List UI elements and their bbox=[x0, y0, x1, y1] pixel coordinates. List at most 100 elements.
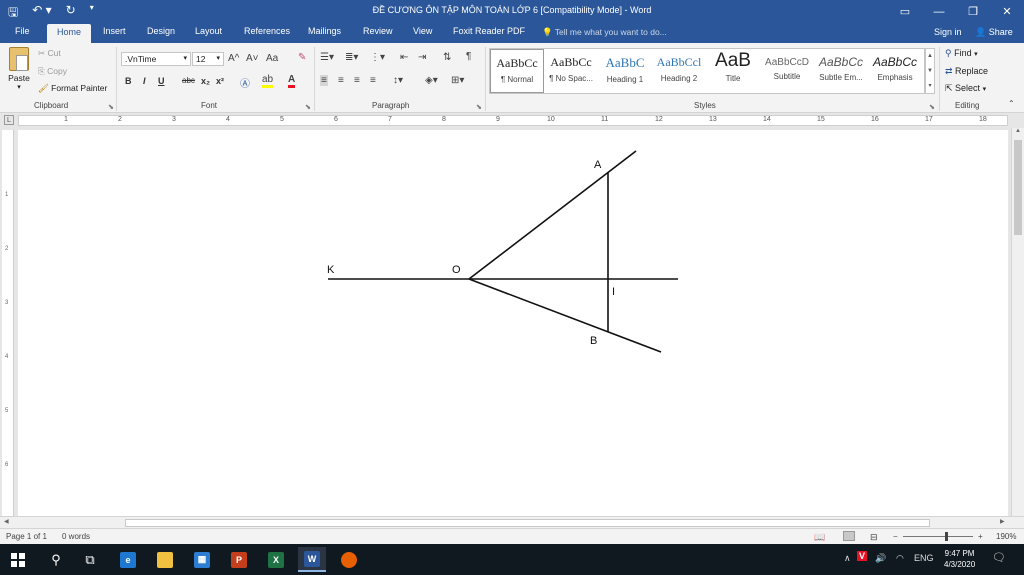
zoom-slider[interactable] bbox=[903, 536, 973, 537]
tab-insert[interactable]: Insert bbox=[103, 26, 126, 36]
style-heading-2[interactable]: AaBbCcl Heading 2 bbox=[652, 49, 706, 93]
ribbon-display-options-icon[interactable]: ▭ bbox=[888, 0, 922, 23]
underline-button[interactable]: U bbox=[158, 76, 165, 86]
tab-file[interactable]: File bbox=[15, 26, 30, 36]
scroll-thumb[interactable] bbox=[1014, 140, 1022, 235]
text-effects-icon[interactable]: Ⓐ bbox=[240, 75, 250, 90]
edge-icon[interactable]: e bbox=[114, 547, 142, 572]
collapse-ribbon-icon[interactable]: ⌃ bbox=[1008, 99, 1015, 108]
horizontal-scrollbar[interactable]: ◀ ▶ bbox=[0, 516, 1024, 528]
share-button[interactable]: 👤 Share bbox=[975, 27, 1013, 38]
strikethrough-button[interactable]: abc bbox=[182, 76, 195, 85]
change-case-icon[interactable]: Aa bbox=[266, 53, 278, 64]
style-no-spacing[interactable]: AaBbCc ¶ No Spac... bbox=[544, 49, 598, 93]
zoom-out-icon[interactable]: − bbox=[893, 532, 898, 541]
font-name-dropdown[interactable]: .VnTime ▾ bbox=[121, 52, 191, 66]
zoom-slider-thumb[interactable] bbox=[945, 532, 948, 541]
minimize-icon[interactable]: — bbox=[922, 0, 956, 23]
superscript-button[interactable]: x² bbox=[216, 76, 224, 86]
word-count[interactable]: 0 words bbox=[62, 532, 90, 541]
tab-view[interactable]: View bbox=[413, 26, 432, 36]
format-painter-button[interactable]: 🖌 Format Painter bbox=[38, 83, 107, 94]
tell-me-box[interactable]: 💡 Tell me what you want to do... bbox=[542, 27, 667, 38]
tab-home[interactable]: Home bbox=[47, 24, 92, 43]
search-icon[interactable]: ⚲ bbox=[42, 547, 70, 572]
tab-design[interactable]: Design bbox=[147, 26, 175, 36]
select-button[interactable]: ⇱ Select ▾ bbox=[945, 83, 986, 94]
style-emphasis[interactable]: AaBbCc Emphasis bbox=[868, 49, 922, 93]
paste-button[interactable]: Paste ▾ bbox=[6, 47, 32, 91]
clear-formatting-icon[interactable]: ✎ bbox=[298, 52, 306, 63]
sign-in-link[interactable]: Sign in bbox=[934, 27, 962, 37]
copy-button[interactable]: ⎘ Copy bbox=[38, 66, 67, 77]
paragraph-launcher-icon[interactable]: ⬊ bbox=[476, 103, 482, 111]
tab-layout[interactable]: Layout bbox=[195, 26, 222, 36]
font-color-button[interactable]: A bbox=[288, 74, 296, 88]
clock[interactable]: 9:47 PM 4/3/2020 bbox=[944, 548, 975, 570]
italic-button[interactable]: I bbox=[143, 76, 146, 86]
bullets-icon[interactable]: ☰▾ bbox=[320, 52, 334, 63]
grow-font-icon[interactable]: A^ bbox=[228, 53, 239, 64]
subscript-button[interactable]: x₂ bbox=[201, 76, 210, 86]
scroll-left-icon[interactable]: ◀ bbox=[4, 518, 9, 525]
powerpoint-icon[interactable]: P bbox=[225, 547, 253, 572]
wifi-icon[interactable]: ◠ bbox=[896, 553, 904, 564]
page-count[interactable]: Page 1 of 1 bbox=[6, 532, 47, 541]
shading-icon[interactable]: ◈▾ bbox=[425, 75, 438, 86]
task-view-icon[interactable]: ⧉ bbox=[76, 547, 104, 572]
store-icon[interactable]: ▦ bbox=[188, 547, 216, 572]
vertical-scrollbar[interactable]: ▲ bbox=[1011, 128, 1024, 516]
read-mode-icon[interactable]: 📖 bbox=[814, 532, 825, 543]
style-normal[interactable]: AaBbCc ¶ Normal bbox=[490, 49, 544, 93]
scroll-right-icon[interactable]: ▶ bbox=[1000, 518, 1005, 525]
bold-button[interactable]: B bbox=[125, 76, 132, 86]
style-subtitle[interactable]: AaBbCcD Subtitle bbox=[760, 49, 814, 93]
styles-launcher-icon[interactable]: ⬊ bbox=[929, 103, 935, 111]
start-icon[interactable] bbox=[4, 547, 32, 572]
sort-icon[interactable]: ⇅ bbox=[443, 52, 451, 63]
justify-icon[interactable]: ≡ bbox=[370, 75, 376, 86]
tab-mailings[interactable]: Mailings bbox=[308, 26, 341, 36]
font-launcher-icon[interactable]: ⬊ bbox=[305, 103, 311, 111]
cut-button[interactable]: ✂ Cut bbox=[38, 48, 61, 59]
notifications-icon[interactable]: 🗨 bbox=[992, 551, 1006, 564]
chevron-down-icon[interactable]: ▼ bbox=[926, 64, 934, 79]
excel-icon[interactable]: X bbox=[262, 547, 290, 572]
tab-selector-icon[interactable]: L bbox=[4, 115, 14, 125]
numbering-icon[interactable]: ≣▾ bbox=[345, 52, 358, 63]
highlight-color-icon[interactable]: ab bbox=[262, 74, 274, 88]
close-icon[interactable]: ✕ bbox=[990, 0, 1024, 23]
vertical-ruler[interactable]: 1 2 3 4 5 6 bbox=[2, 130, 14, 516]
font-size-dropdown[interactable]: 12 ▾ bbox=[192, 52, 224, 66]
line-spacing-icon[interactable]: ↕▾ bbox=[393, 75, 403, 86]
zoom-in-icon[interactable]: + bbox=[978, 532, 983, 541]
more-styles-icon[interactable]: ▾ bbox=[926, 79, 934, 94]
find-button[interactable]: ⚲ Find ▾ bbox=[945, 48, 978, 59]
scroll-up-icon[interactable]: ▲ bbox=[1012, 128, 1024, 134]
print-layout-icon[interactable] bbox=[843, 531, 855, 541]
increase-indent-icon[interactable]: ⇥ bbox=[418, 52, 426, 63]
styles-scroll[interactable]: ▲ ▼ ▾ bbox=[925, 48, 935, 94]
style-title[interactable]: AaB Title bbox=[706, 49, 760, 93]
clipboard-launcher-icon[interactable]: ⬊ bbox=[108, 103, 114, 111]
align-left-icon[interactable]: ≡ bbox=[320, 75, 328, 86]
volume-icon[interactable]: 🔊 bbox=[875, 553, 886, 564]
style-subtle-emphasis[interactable]: AaBbCc Subtle Em... bbox=[814, 49, 868, 93]
align-right-icon[interactable]: ≡ bbox=[354, 75, 360, 86]
show-hidden-icons-icon[interactable]: ∧ bbox=[844, 553, 851, 564]
shrink-font-icon[interactable]: A˅ bbox=[246, 53, 259, 64]
tab-review[interactable]: Review bbox=[363, 26, 393, 36]
zoom-level[interactable]: 190% bbox=[996, 532, 1016, 541]
style-heading-1[interactable]: AaBbC Heading 1 bbox=[598, 49, 652, 93]
web-layout-icon[interactable]: ⊟ bbox=[870, 532, 878, 543]
vietkey-icon[interactable]: V bbox=[857, 551, 868, 561]
restore-icon[interactable]: ❐ bbox=[956, 0, 990, 23]
chevron-up-icon[interactable]: ▲ bbox=[926, 49, 934, 64]
file-explorer-icon[interactable] bbox=[151, 547, 179, 572]
multilevel-list-icon[interactable]: ⋮▾ bbox=[370, 52, 385, 63]
input-language[interactable]: ENG bbox=[914, 553, 934, 563]
show-formatting-marks-icon[interactable]: ¶ bbox=[466, 51, 471, 62]
firefox-icon[interactable] bbox=[335, 547, 363, 572]
document-page[interactable]: K O A B I bbox=[18, 130, 1008, 516]
decrease-indent-icon[interactable]: ⇤ bbox=[400, 52, 408, 63]
